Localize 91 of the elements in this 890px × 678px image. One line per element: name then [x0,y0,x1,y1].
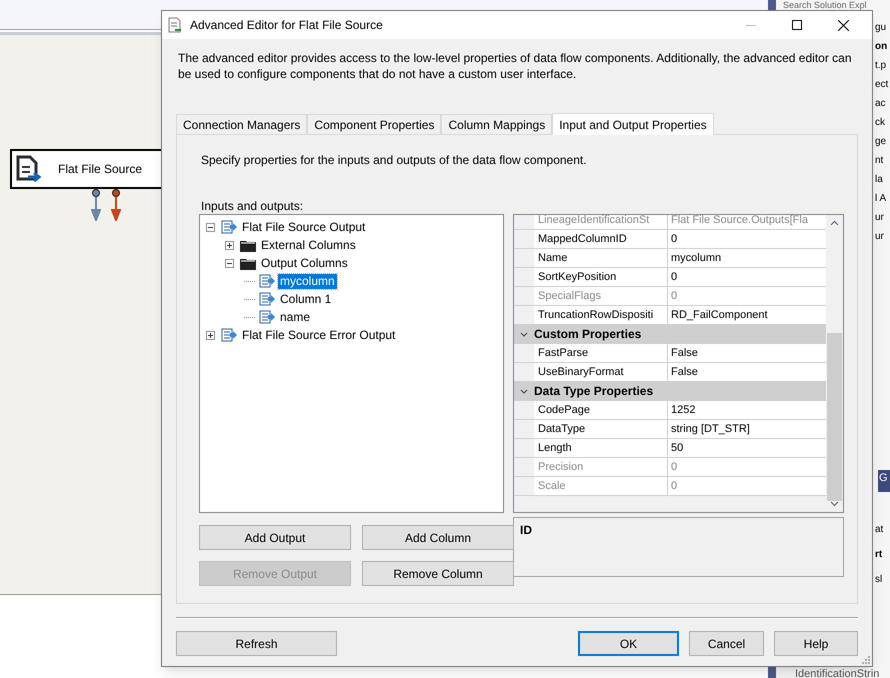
property-name[interactable]: CodePage [534,401,668,419]
panel-button[interactable]: Add Output [199,525,351,550]
component-label: Flat File Source [58,161,142,178]
panel-text-fragment: la [875,173,883,187]
expander-toggle[interactable] [225,258,234,268]
panel-text-fragment: sl [875,573,882,587]
scroll-down-icon[interactable] [830,501,839,507]
column-arrow-icon [259,274,275,288]
tree-item[interactable]: name [278,310,312,324]
property-name[interactable]: SortKeyPosition [534,268,668,286]
tree-item[interactable]: Column 1 [278,292,334,306]
plus-icon [208,332,213,338]
window-title: Advanced Editor for Flat File Source [190,17,383,34]
tree-item[interactable]: Flat File Source Output [240,220,368,234]
property-name[interactable]: UseBinaryFormat [534,363,668,381]
property-value[interactable]: False [668,344,826,362]
search-field[interactable]: Search Solution Expl [783,0,867,10]
folder-icon [240,238,256,252]
tab[interactable]: Connection Managers [176,114,308,134]
panel-text-fragment: rt [875,548,882,562]
tree-item[interactable]: Flat File Source Error Output [240,328,398,342]
category-header: Custom Properties [534,326,642,343]
expander-toggle[interactable] [225,240,234,250]
property-value[interactable]: 0 [668,268,826,286]
property-value[interactable]: string [DT_STR] [668,420,826,438]
data-path-arrow-icon[interactable] [91,189,101,221]
property-value[interactable]: mycolumn [668,249,826,267]
panel-text-fragment: ur [875,230,884,244]
document-arrow-icon [168,17,182,33]
panel-text-fragment: nt [875,154,884,168]
property-name-fragment: IdentificationStrin [795,667,880,678]
panel-button[interactable]: Remove Column [362,561,514,586]
footer-button[interactable]: Cancel [689,631,764,656]
error-path-arrow-icon[interactable] [111,189,121,221]
panel-text-fragment: ur [875,211,884,225]
column-arrow-icon [221,328,237,342]
property-value[interactable]: 50 [668,439,826,457]
footer-button[interactable]: Refresh [176,631,337,656]
tree-item[interactable]: mycolumn [278,274,337,288]
property-value[interactable]: 0 [668,230,826,248]
scroll-thumb[interactable] [827,332,842,502]
close-icon [838,20,848,30]
panel-text-fragment: at [875,523,884,537]
maximize-icon [792,20,802,30]
minus-icon [227,260,232,266]
panel-button[interactable]: Add Column [362,525,514,550]
expander-toggle[interactable] [206,330,215,340]
property-value[interactable]: False [668,363,826,381]
tree-view[interactable]: Flat File Source Output External Columns Output Columns mycolumn Column 1 name Flat File Source Error Output [199,214,504,513]
panel-text-fragment: on [875,40,888,54]
footer-button[interactable]: Help [774,631,858,656]
property-value[interactable]: RD_FailComponent [668,306,826,324]
tab[interactable]: Component Properties [307,114,442,134]
property-value[interactable]: 1252 [668,401,826,419]
tab[interactable]: Column Mappings [441,114,552,134]
tree-item[interactable]: External Columns [259,238,358,252]
description-text: The advanced editor provides access to the low-level properties of data flow components. Additionally, the advanced editor can be used to configure components that do not have a custom user interface. [178,50,853,82]
tab[interactable]: Input and Output Properties [552,113,714,135]
expander-toggle[interactable] [206,222,215,232]
property-name[interactable]: Length [534,439,668,457]
property-name[interactable]: DataType [534,420,668,438]
property-grid[interactable] [513,214,844,513]
property-name[interactable]: Name [534,249,668,267]
property-name[interactable]: TruncationRowDispositi [534,306,668,324]
column-arrow-icon [259,292,275,306]
tree-item[interactable]: Output Columns [259,256,350,270]
panel-text-fragment: ac [875,97,886,111]
scrollbar[interactable] [826,215,843,512]
property-name[interactable]: FastParse [534,344,668,362]
tree-label: Inputs and outputs: [201,198,304,215]
column-arrow-icon [221,220,237,234]
folder-icon [240,256,256,270]
panel-text-fragment: gu [875,21,886,35]
minimize-icon [746,24,756,26]
column-arrow-icon [259,310,275,324]
resize-grip-icon[interactable] [862,656,870,664]
properties-header: G [878,470,890,492]
property-name[interactable]: MappedColumnID [534,230,668,248]
document-arrow-icon [16,155,42,183]
panel-text-fragment: ck [875,116,885,130]
scroll-up-icon[interactable] [830,220,839,226]
panel-text-fragment: ge [875,135,886,149]
panel-text-fragment: t.p [875,59,886,73]
footer-button[interactable]: OK [578,631,679,656]
panel-text-fragment: l A [875,192,886,206]
panel-text-fragment: ect [875,78,888,92]
plus-icon [227,242,232,248]
property-description-title: ID [520,523,532,537]
instruction-text: Specify properties for the inputs and outputs of the data flow component. [201,152,587,169]
category-header: Data Type Properties [534,383,654,400]
minus-icon [208,224,213,230]
